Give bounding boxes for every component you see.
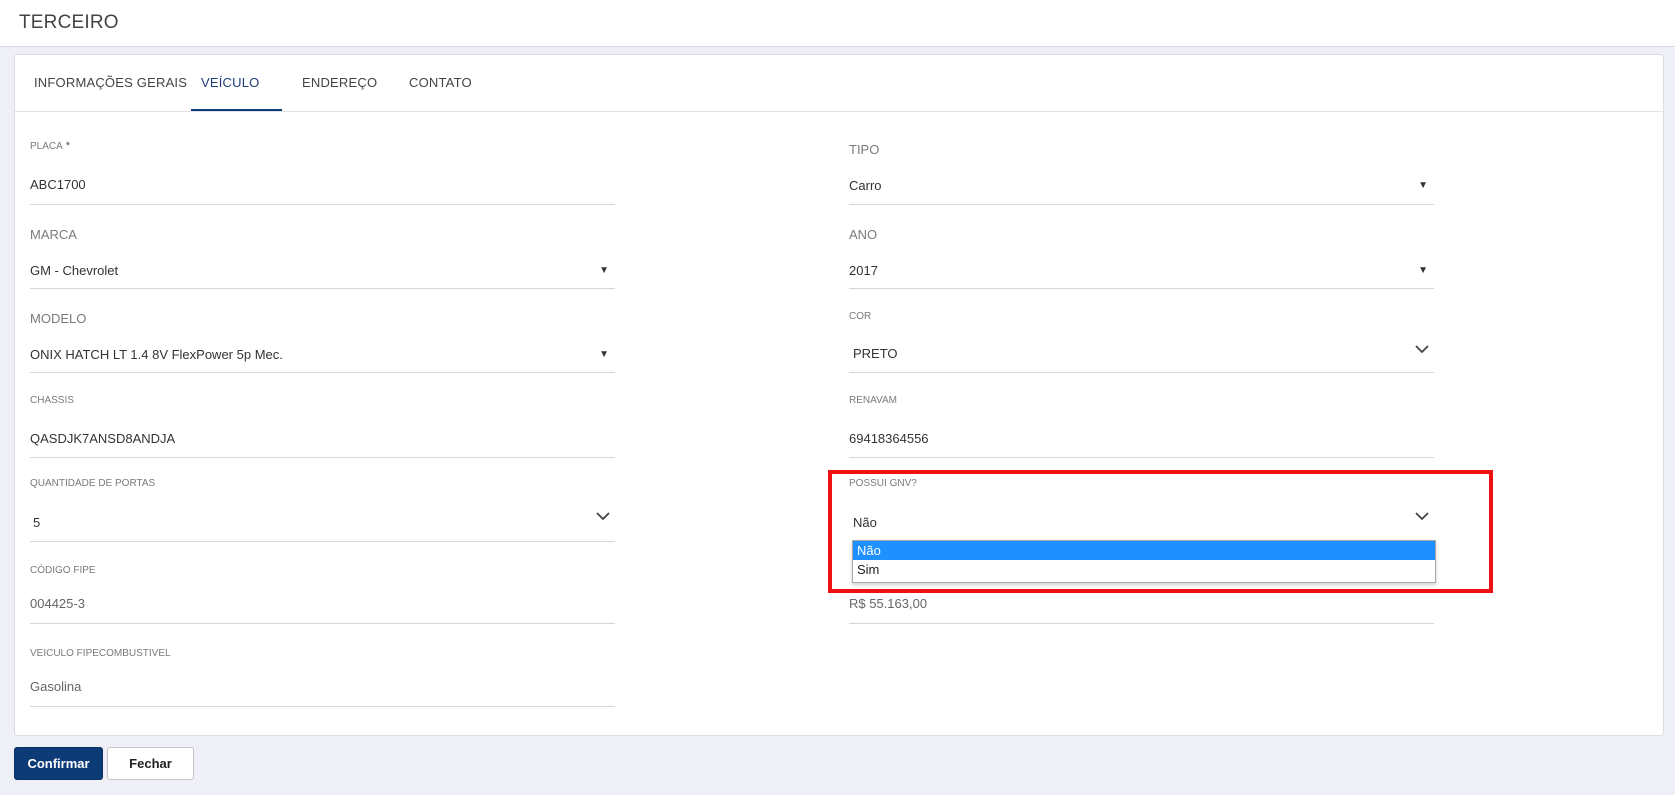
modelo-underline — [30, 372, 615, 373]
chassis-field[interactable]: CHASSIS QASDJK7ANSD8ANDJA — [30, 393, 615, 458]
cor-field[interactable]: COR PRETO — [849, 309, 1434, 373]
required-mark: * — [65, 140, 71, 152]
modelo-select[interactable]: ONIX HATCH LT 1.4 8V FlexPower 5p Mec. — [30, 347, 283, 362]
renavam-label: RENAVAM — [849, 395, 897, 406]
portas-underline — [30, 541, 615, 542]
cor-label: COR — [849, 311, 872, 322]
combustivel-underline — [30, 706, 615, 707]
confirm-button[interactable]: Confirmar — [14, 747, 103, 780]
portas-select[interactable]: 5 — [33, 515, 40, 530]
highlight-box — [828, 470, 1493, 593]
chassis-underline — [30, 457, 615, 458]
renavam-underline — [849, 457, 1434, 458]
marca-field[interactable]: MARCA GM - Chevrolet ▼ — [30, 225, 615, 289]
marca-label: MARCA — [30, 227, 77, 242]
marca-select[interactable]: GM - Chevrolet — [30, 263, 118, 278]
tab-informacoes-gerais[interactable]: INFORMAÇÕES GERAIS — [34, 55, 187, 111]
ano-select[interactable]: 2017 — [849, 263, 878, 278]
tab-veiculo[interactable]: VEÍCULO — [201, 55, 259, 111]
marca-underline — [30, 288, 615, 289]
placa-underline — [30, 204, 615, 205]
tipo-field[interactable]: TIPO Carro ▼ — [849, 140, 1434, 206]
tipo-underline — [849, 204, 1434, 205]
placa-input[interactable]: ABC1700 — [30, 177, 86, 192]
ano-label: ANO — [849, 227, 878, 242]
cor-select[interactable]: PRETO — [853, 346, 898, 361]
active-tab-indicator — [191, 109, 282, 111]
top-bar: TERCEIRO — [0, 0, 1675, 47]
caret-down-icon: ▼ — [1418, 180, 1428, 191]
modelo-field[interactable]: MODELO ONIX HATCH LT 1.4 8V FlexPower 5p… — [30, 309, 615, 373]
caret-down-icon: ▼ — [599, 349, 609, 360]
renavam-input[interactable]: 69418364556 — [849, 431, 929, 446]
portas-field[interactable]: QUANTIDADE DE PORTAS 5 — [30, 476, 615, 542]
cor-underline — [849, 372, 1434, 373]
tipo-select[interactable]: Carro — [849, 178, 882, 193]
combustivel-label: VEICULO FIPECOMBUSTIVEL — [30, 648, 171, 659]
valor-fipe-value: R$ 55.163,00 — [849, 596, 928, 611]
caret-down-icon: ▼ — [1418, 265, 1428, 276]
close-button[interactable]: Fechar — [107, 747, 194, 780]
tab-bar: INFORMAÇÕES GERAIS VEÍCULO ENDEREÇO CONT… — [15, 55, 1663, 112]
chevron-down-icon — [596, 512, 610, 521]
valor-fipe-field: R$ 55.163,00 — [849, 590, 1434, 626]
valor-fipe-underline — [849, 623, 1434, 624]
tab-endereco[interactable]: ENDEREÇO — [302, 55, 377, 111]
renavam-field[interactable]: RENAVAM 69418364556 — [849, 393, 1434, 458]
combustivel-value: Gasolina — [30, 679, 82, 694]
caret-down-icon: ▼ — [599, 265, 609, 276]
codigo-fipe-value: 004425-3 — [30, 596, 85, 611]
portas-label: QUANTIDADE DE PORTAS — [30, 478, 156, 489]
ano-underline — [849, 288, 1434, 289]
codigo-fipe-field: CÓDIGO FIPE 004425-3 — [30, 563, 615, 625]
tab-contato[interactable]: CONTATO — [409, 55, 472, 111]
modelo-label: MODELO — [30, 311, 87, 326]
combustivel-field: VEICULO FIPECOMBUSTIVEL Gasolina — [30, 646, 615, 708]
placa-label: PLACA * — [30, 140, 71, 152]
chassis-label: CHASSIS — [30, 395, 74, 406]
page-title: TERCEIRO — [19, 12, 119, 33]
tipo-label: TIPO — [849, 142, 880, 157]
placa-field[interactable]: PLACA * ABC1700 — [30, 138, 615, 206]
chassis-input[interactable]: QASDJK7ANSD8ANDJA — [30, 431, 175, 446]
codigo-fipe-label: CÓDIGO FIPE — [30, 565, 96, 576]
chevron-down-icon — [1415, 345, 1429, 354]
ano-field[interactable]: ANO 2017 ▼ — [849, 225, 1434, 289]
codigo-fipe-underline — [30, 623, 615, 624]
